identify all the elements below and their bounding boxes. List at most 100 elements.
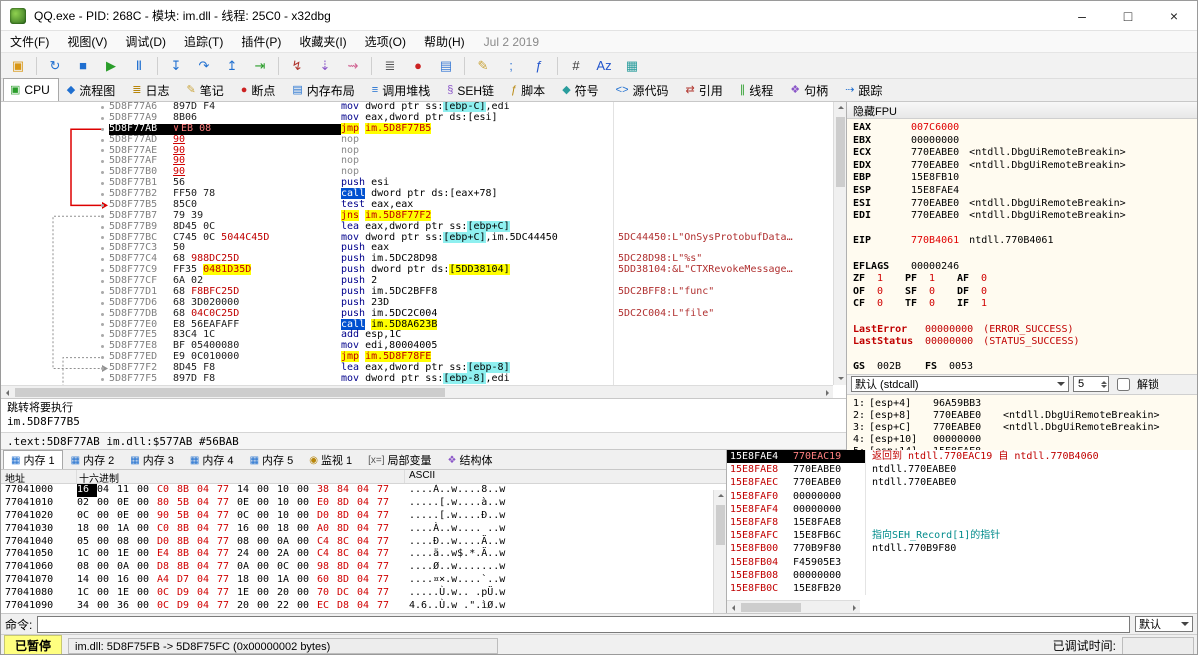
register-row[interactable]: EFLAGS 00000246 — [853, 261, 1193, 274]
disassembly-panel[interactable]: 5D8F77A6 897D F4 mov dword ptr ss:[ebp-C],… — [1, 102, 846, 398]
hex-byte[interactable]: 11 — [117, 484, 137, 497]
stack-row[interactable]: 15E8FAE4 770EAC19 返回到 ntdll.770EAC19 自 ntd… — [727, 450, 1197, 464]
animate-into-button[interactable]: ↯ — [284, 54, 310, 78]
memory-row[interactable]: 77041080 1C 00 1E 00 0C D9 04 77 1E 00 20 00 70 DC 04 77… — [1, 587, 726, 600]
hex-byte[interactable]: 1C — [77, 548, 97, 561]
hex-byte[interactable]: 16 — [117, 574, 137, 587]
highlight-button[interactable]: # — [563, 54, 589, 78]
hex-byte[interactable]: 00 — [297, 536, 317, 549]
open-file-button[interactable]: ▣ — [5, 54, 31, 78]
hex-byte[interactable]: 34 — [77, 600, 97, 613]
hex-byte[interactable]: 5B — [177, 510, 197, 523]
tab-调用堆栈[interactable]: ≡ 调用堆栈 — [365, 78, 439, 101]
hex-byte[interactable]: 80 — [157, 497, 177, 510]
hex-byte[interactable]: 77 — [377, 510, 397, 523]
breakpoint-gutter[interactable] — [1, 146, 109, 157]
hex-byte[interactable]: D8 — [337, 600, 357, 613]
hex-byte[interactable]: 1C — [77, 587, 97, 600]
hex-byte[interactable]: 00 — [97, 510, 117, 523]
breakpoint-gutter[interactable] — [1, 374, 109, 385]
breakpoints-button[interactable]: ● — [405, 54, 431, 78]
tab-CPU[interactable]: ▣ CPU — [3, 78, 59, 101]
hex-byte[interactable]: 10 — [277, 484, 297, 497]
menu-item-2[interactable]: 调试(D) — [116, 33, 175, 51]
hide-fpu-button[interactable]: 隐藏FPU — [847, 102, 1197, 119]
tab-断点[interactable]: ● 断点 — [234, 78, 285, 101]
hex-byte[interactable]: 77 — [377, 600, 397, 613]
register-row[interactable]: EDX 770EABE0 <ntdll.DbgUiRemoteBreakin> — [853, 160, 1193, 173]
hex-byte[interactable]: D8 — [157, 561, 177, 574]
hex-byte[interactable]: 04 — [357, 497, 377, 510]
hex-byte[interactable]: 08 — [117, 536, 137, 549]
tab-SEH链[interactable]: § SEH链 — [440, 78, 503, 101]
tab-脚本[interactable]: ƒ 脚本 — [504, 78, 554, 101]
hex-byte[interactable]: E4 — [157, 548, 177, 561]
tab-源代码[interactable]: <> 源代码 — [609, 78, 678, 101]
stack-hscrollbar[interactable] — [727, 600, 860, 613]
hex-byte[interactable]: 00 — [137, 497, 157, 510]
scroll-left-arrow[interactable] — [727, 601, 740, 613]
dump-tab-局部变量[interactable]: [x=] 局部变量 — [360, 450, 439, 469]
hex-byte[interactable]: 00 — [257, 523, 277, 536]
hex-byte[interactable]: 0C — [77, 510, 97, 523]
menu-item-4[interactable]: 插件(P) — [232, 33, 290, 51]
hex-byte[interactable]: 04 — [357, 523, 377, 536]
hex-byte[interactable]: C0 — [157, 523, 177, 536]
dump-tab-监视 1[interactable]: ◉ 监视 1 — [301, 450, 360, 469]
hex-byte[interactable]: 04 — [197, 548, 217, 561]
breakpoint-gutter[interactable] — [1, 309, 109, 320]
hex-byte[interactable]: 0C — [157, 600, 177, 613]
hex-byte[interactable]: 04 — [197, 510, 217, 523]
hex-byte[interactable]: 00 — [257, 600, 277, 613]
hex-byte[interactable]: 05 — [77, 536, 97, 549]
breakpoint-gutter[interactable] — [1, 320, 109, 331]
hex-byte[interactable]: 77 — [377, 484, 397, 497]
hex-byte[interactable]: 77 — [217, 510, 237, 523]
hex-byte[interactable]: 04 — [357, 484, 377, 497]
hex-byte[interactable]: 04 — [197, 574, 217, 587]
argument-row[interactable]: 2: [esp+8] 770EABE0 <ntdll.DbgUiRemoteBreak… — [853, 410, 1193, 422]
dump-tab-内存 3[interactable]: ▦ 内存 3 — [122, 450, 182, 469]
hex-byte[interactable]: 8D — [337, 523, 357, 536]
breakpoint-gutter[interactable] — [1, 102, 109, 113]
minimize-button[interactable]: – — [1059, 1, 1105, 30]
dump-tab-内存 4[interactable]: ▦ 内存 4 — [182, 450, 242, 469]
hex-byte[interactable]: 18 — [277, 523, 297, 536]
stack-row[interactable]: 15E8FB0C 15E8FB20 — [727, 581, 1197, 596]
breakpoint-gutter[interactable] — [1, 211, 109, 222]
breakpoint-gutter[interactable] — [1, 233, 109, 244]
hex-byte[interactable]: 04 — [97, 484, 117, 497]
scroll-thumb[interactable] — [741, 603, 801, 612]
hex-byte[interactable]: 04 — [197, 561, 217, 574]
stack-row[interactable]: 15E8FAF4 00000000 — [727, 502, 1197, 516]
disasm-row[interactable]: 5D8F77F5 897D F8 mov dword ptr ss:[ebp-8],… — [1, 372, 833, 385]
hex-byte[interactable]: 00 — [137, 600, 157, 613]
scroll-left-arrow[interactable] — [1, 386, 14, 398]
hex-byte[interactable]: 8D — [337, 510, 357, 523]
hex-byte[interactable]: 18 — [77, 523, 97, 536]
register-row[interactable]: CF 0 TF 0 IF 1 — [853, 298, 1193, 311]
scroll-thumb[interactable] — [836, 117, 845, 187]
hex-byte[interactable]: 00 — [297, 510, 317, 523]
breakpoint-gutter[interactable] — [1, 254, 109, 265]
register-row[interactable]: ESI 770EABE0 <ntdll.DbgUiRemoteBreakin> — [853, 198, 1193, 211]
hex-byte[interactable]: EC — [317, 600, 337, 613]
register-row[interactable]: OF 0 SF 0 DF 0 — [853, 286, 1193, 299]
breakpoint-gutter[interactable] — [1, 265, 109, 276]
breakpoint-gutter[interactable] — [1, 135, 109, 146]
tab-线程[interactable]: ∥ 线程 — [733, 78, 783, 101]
hex-byte[interactable]: 02 — [77, 497, 97, 510]
hex-byte[interactable]: 00 — [97, 600, 117, 613]
close-button[interactable]: × — [1151, 1, 1197, 30]
hex-byte[interactable]: 36 — [117, 600, 137, 613]
hex-byte[interactable]: 77 — [377, 548, 397, 561]
hex-byte[interactable]: 5B — [177, 497, 197, 510]
hex-byte[interactable]: 00 — [137, 548, 157, 561]
hex-byte[interactable]: 00 — [137, 523, 157, 536]
hex-byte[interactable]: 1E — [237, 587, 257, 600]
hex-byte[interactable]: 00 — [97, 536, 117, 549]
scroll-right-arrow[interactable] — [820, 386, 833, 398]
stack-row[interactable]: 15E8FAFC 15E8FB6C 指向SEH_Record[1]的指针 — [727, 529, 1197, 543]
stack-row[interactable]: 15E8FB08 00000000 — [727, 568, 1197, 582]
hex-byte[interactable]: 60 — [317, 574, 337, 587]
